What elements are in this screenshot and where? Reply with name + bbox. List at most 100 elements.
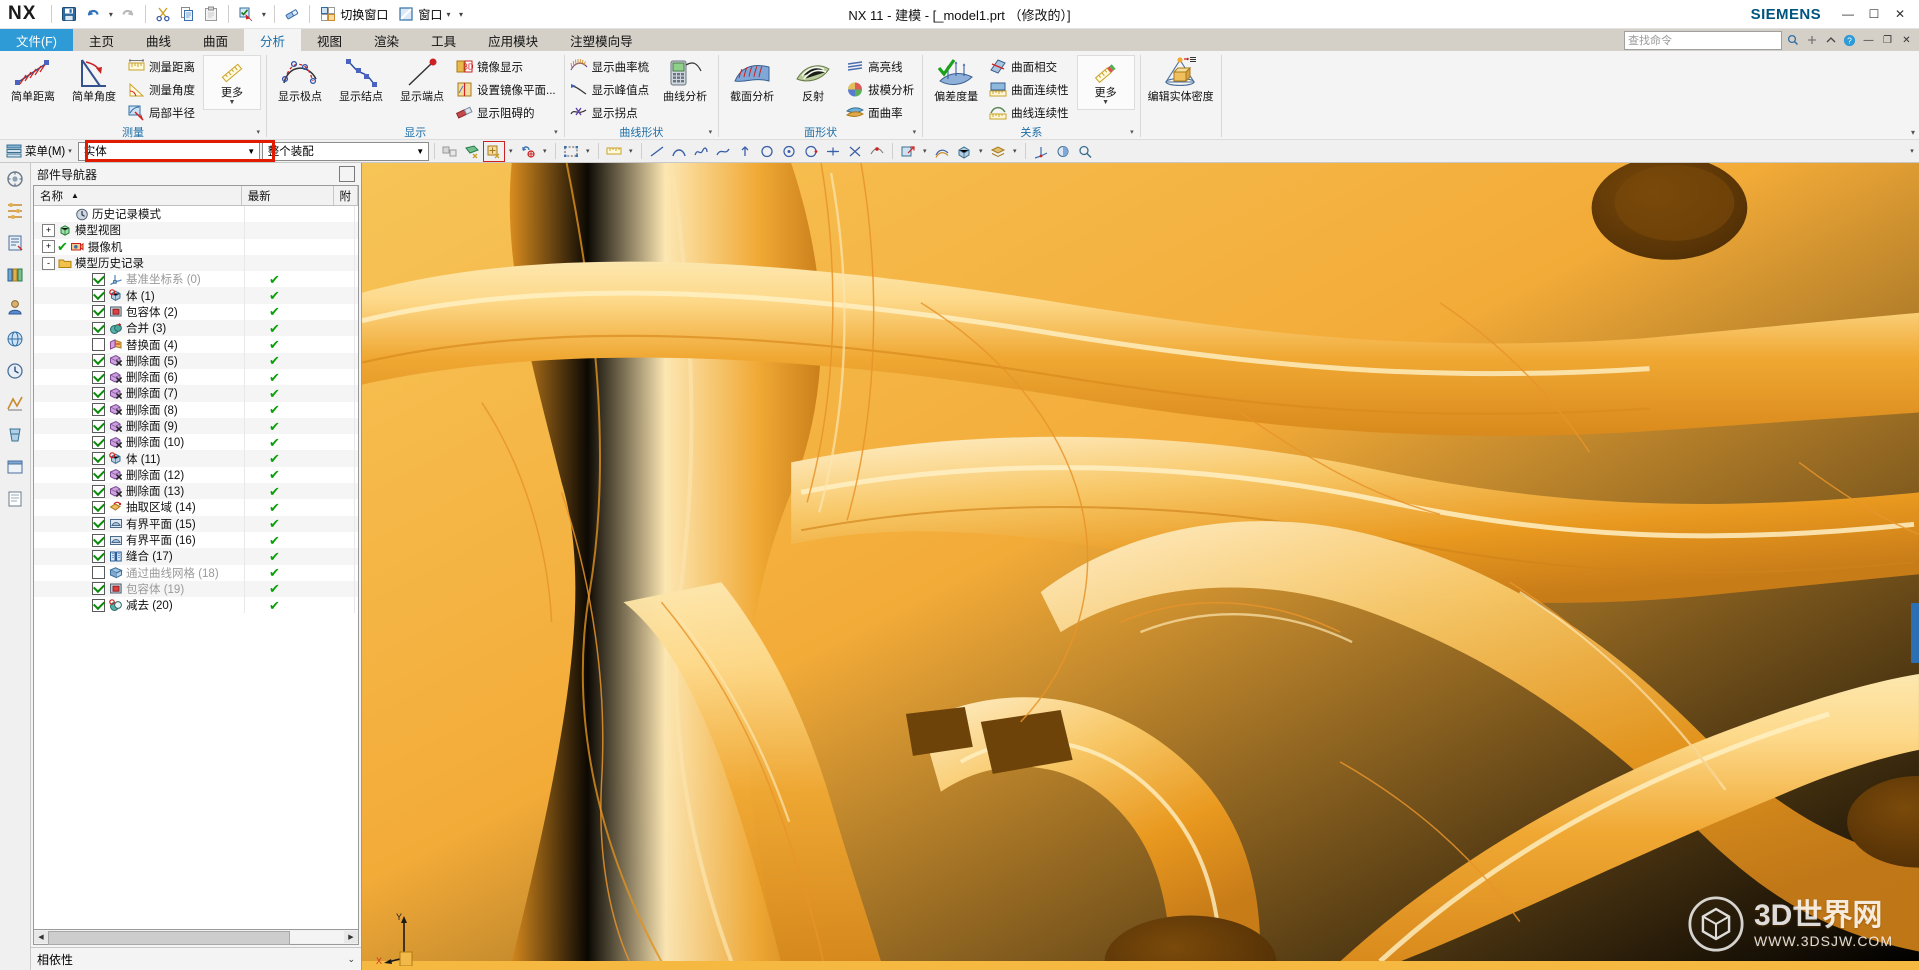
quick-pick-icon[interactable] [234,3,258,25]
circle-icon[interactable] [757,142,777,161]
undo-icon[interactable] [81,3,105,25]
tree-row-name-cell[interactable]: 体 (1) [34,287,245,304]
tree-row-name-cell[interactable]: 抽取区域 (14) [34,499,245,516]
viewport-scroll-thumb[interactable] [1911,603,1919,663]
chevron-down-icon[interactable]: ▼ [413,144,428,159]
tree-row-name-cell[interactable]: 删除面 (8) [34,401,245,418]
tree-row[interactable]: 删除面 (10) ✔ [34,434,358,451]
switch-window-button[interactable]: 切换窗口 [315,3,393,25]
tree-row[interactable]: 包容体 (19) ✔ [34,580,358,598]
point-on-curve-icon[interactable] [867,142,887,161]
tree-row-name-cell[interactable]: 删除面 (13) [34,483,245,500]
copy-icon[interactable] [175,3,199,25]
tree-row[interactable]: 历史记录模式 [34,206,358,223]
tree-row-name-cell[interactable]: - 模型历史记录 [34,254,245,272]
window-button[interactable]: 窗口 ▾ [393,3,455,25]
relations-group-launcher[interactable]: ▾ [1130,128,1134,136]
tree-row[interactable]: 合并 (3) ✔ [34,320,358,337]
web-browser-icon[interactable] [3,327,27,351]
save-icon[interactable] [57,3,81,25]
tree-row-name-cell[interactable]: 合并 (3) [34,320,245,337]
command-search-input[interactable]: 查找命令 [1624,30,1782,50]
tree-row[interactable]: 删除面 (8) ✔ [34,401,358,418]
feature-checkbox[interactable] [92,582,105,596]
solid-body-icon[interactable] [954,142,974,161]
midpoint-icon[interactable] [823,142,843,161]
doc-restore-button[interactable]: ❐ [1879,32,1896,49]
feature-checkbox[interactable] [92,354,105,368]
tree-row-name-cell[interactable]: 有界平面 (15) [34,515,245,532]
undo-dropdown-caret[interactable]: ▾ [105,3,116,25]
tree-row-name-cell[interactable]: 删除面 (7) [34,385,245,402]
measure-more-button[interactable]: 更多 ▼ [203,55,261,110]
line-icon[interactable] [647,142,667,161]
tree-row-name-cell[interactable]: 替换面 (4) [34,336,245,353]
surface-intersect-button[interactable]: 曲面相交 [987,55,1074,78]
tree-row-name-cell[interactable]: 体 (11) [34,450,245,467]
layer-settings-caret[interactable]: ▾ [1010,142,1020,161]
measure-angle-button[interactable]: 测量角度 [125,78,200,101]
feature-checkbox[interactable] [92,370,105,384]
intersection-icon[interactable] [845,142,865,161]
tree-row[interactable]: - 模型历史记录 [34,254,358,272]
scroll-thumb[interactable] [48,931,290,945]
viewport-vertical-scrollbar[interactable] [1910,163,1919,970]
feature-checkbox[interactable] [92,452,105,466]
search-icon[interactable] [1784,32,1801,49]
relations-more-button[interactable]: 更多 ▼ [1076,55,1135,110]
feature-checkbox[interactable] [92,289,105,303]
curve-continuity-button[interactable]: 曲线连续性 [987,101,1074,124]
tree-row[interactable]: 删除面 (9) ✔ [34,417,358,435]
show-endpoints-button[interactable]: 显示端点 [392,54,452,105]
tree-row-name-cell[interactable]: 通过曲线网格 (18) [34,564,245,581]
feature-checkbox[interactable] [92,305,105,319]
feature-checkbox[interactable] [92,468,105,482]
feature-checkbox[interactable] [92,500,105,514]
tree-row[interactable]: + ✔ 摄像机 [34,238,358,255]
feature-checkbox[interactable] [92,598,105,612]
collapse-icon[interactable]: - [42,256,55,270]
feature-checkbox[interactable] [92,435,105,449]
feature-checkbox[interactable] [92,533,105,547]
surface-continuity-button[interactable]: 曲面连续性 [987,78,1074,101]
deviation-gauge-button[interactable]: 偏差度量 [926,54,986,105]
curve-shape-group-launcher[interactable]: ▾ [709,128,713,136]
spline-icon[interactable] [691,142,711,161]
cut-icon[interactable] [151,3,175,25]
wcs-icon[interactable] [1031,142,1051,161]
tree-row-name-cell[interactable]: + ✔ 摄像机 [34,238,245,255]
feature-checkbox[interactable] [92,549,105,563]
feature-checkbox[interactable] [92,517,105,531]
help-icon[interactable]: ? [1841,32,1858,49]
relations-more-caret[interactable]: ▼ [1102,99,1109,107]
set-mirror-plane-button[interactable]: 设置镜像平面... [453,78,561,101]
tree-row-name-cell[interactable]: 缝合 (17) [34,548,245,565]
snap-point-icon[interactable] [518,142,538,161]
column-header-uptodate[interactable]: 最新 [242,186,334,205]
minimize-button[interactable]: — [1835,2,1861,26]
tree-row-name-cell[interactable]: 包容体 (2) [34,303,245,321]
face-shape-group-launcher[interactable]: ▾ [913,128,917,136]
circle-center-icon[interactable] [779,142,799,161]
tree-row-name-cell[interactable]: + 模型视图 [34,222,245,239]
offset-icon[interactable] [932,142,952,161]
roles-icon[interactable] [3,295,27,319]
feature-checkbox[interactable] [92,484,105,498]
simple-distance-button[interactable]: 简单距离 [3,54,63,105]
process-studio-icon[interactable] [3,391,27,415]
feature-checkbox[interactable] [92,386,105,400]
cad-model-render[interactable] [362,163,1919,962]
extract-icon[interactable] [898,142,918,161]
show-poles-button[interactable]: 显示极点 [270,54,330,105]
select-feature-icon[interactable] [482,140,505,162]
tree-row[interactable]: 体 (1) ✔ [34,287,358,304]
tree-row[interactable]: 缝合 (17) ✔ [34,548,358,565]
draft-analysis-button[interactable]: 拔模分析 [844,78,919,101]
selection-scope-combo[interactable]: 整个装配 ▼ [261,141,429,161]
tree-row[interactable]: 体 (11) ✔ [34,450,358,467]
tab-analysis[interactable]: 分析 [244,29,302,51]
tree-row[interactable]: 减去 (20) ✔ [34,597,358,614]
html-help-icon[interactable] [3,487,27,511]
show-obstructed-button[interactable]: 显示阻碍的 [453,101,561,124]
expand-icon[interactable]: + [42,223,55,237]
